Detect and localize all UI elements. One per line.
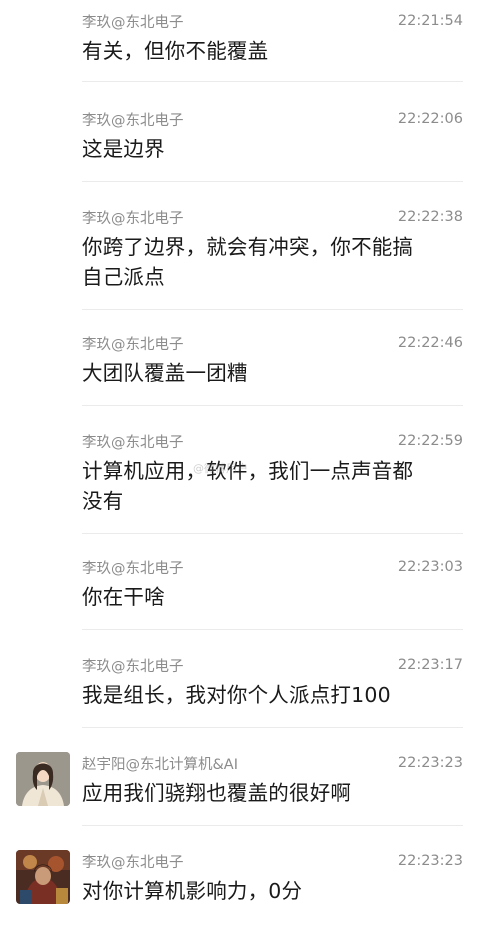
sender-name[interactable]: 李玖@东北电子	[82, 333, 184, 354]
message-time: 22:23:17	[397, 657, 463, 673]
message-time: 22:22:59	[397, 433, 463, 449]
message-time: 22:22:46	[397, 335, 463, 351]
sender-name[interactable]: 李玖@东北电子	[82, 557, 184, 578]
sender-name[interactable]: 李玖@东北电子	[82, 655, 184, 676]
message-text-line: 没有	[82, 489, 124, 513]
message-text: 你在干啥	[82, 585, 165, 609]
message-divider	[82, 629, 463, 630]
message-text-line: 计算机应用，软件，我们一点声音都	[82, 459, 414, 483]
chat-message: 李玖@东北电子 22:22:06 这是边界	[0, 108, 481, 182]
message-text: 应用我们骁翔也覆盖的很好啊	[82, 781, 352, 805]
message-text-line: 自己派点	[82, 265, 165, 289]
message-text: 大团队覆盖一团糟	[82, 361, 248, 385]
chat-message-list[interactable]: 李玖@东北电子 22:21:54 有关，但你不能覆盖 李玖@东北电子 22:22…	[0, 0, 481, 936]
sender-name[interactable]: 李玖@东北电子	[82, 11, 184, 32]
message-text: 你跨了边界，就会有冲突，你不能搞 自己派点	[82, 232, 465, 292]
sender-name[interactable]: 李玖@东北电子	[82, 109, 184, 130]
message-divider	[82, 81, 463, 82]
sender-name[interactable]: 李玖@东北电子	[82, 431, 184, 452]
chat-message: 李玖@东北电子 22:21:54 有关，但你不能覆盖	[0, 10, 481, 82]
chat-message: 李玖@东北电子 22:23:23 对你计算机影响力，0分	[0, 850, 481, 926]
message-divider	[82, 825, 463, 826]
message-divider	[82, 309, 463, 310]
chat-message: 李玖@东北电子 22:23:17 我是组长，我对你个人派点打100	[0, 654, 481, 728]
sender-name[interactable]: 赵宇阳@东北计算机&AI	[82, 753, 238, 774]
message-header: 李玖@东北电子 22:23:17	[82, 654, 463, 676]
message-time: 22:21:54	[397, 13, 463, 29]
user-avatar-icon	[16, 752, 70, 806]
message-divider	[82, 405, 463, 406]
message-header: 李玖@东北电子 22:22:59	[82, 430, 463, 452]
message-header: 李玖@东北电子 22:23:03	[82, 556, 463, 578]
message-text: 计算机应用，软件，我们一点声音都 没有	[82, 456, 465, 516]
message-text: 这是边界	[82, 137, 165, 161]
chat-message: 赵宇阳@东北计算机&AI 22:23:23 应用我们骁翔也覆盖的很好啊	[0, 752, 481, 826]
message-text: 有关，但你不能覆盖	[82, 39, 269, 63]
message-header: 赵宇阳@东北计算机&AI 22:23:23	[82, 752, 463, 774]
message-time: 22:22:38	[397, 209, 463, 225]
chat-message: 李玖@东北电子 22:23:03 你在干啥	[0, 556, 481, 630]
message-divider	[82, 181, 463, 182]
message-header: 李玖@东北电子 22:22:46	[82, 332, 463, 354]
avatar[interactable]	[16, 752, 70, 806]
message-text: 我是组长，我对你个人派点打100	[82, 683, 391, 707]
chat-message: 李玖@东北电子 22:22:59 计算机应用，软件，我们一点声音都 没有	[0, 430, 481, 534]
message-divider	[82, 533, 463, 534]
message-divider	[82, 727, 463, 728]
avatar[interactable]	[16, 850, 70, 904]
message-time: 22:23:23	[397, 853, 463, 869]
message-time: 22:23:03	[397, 559, 463, 575]
message-header: 李玖@东北电子 22:22:38	[82, 206, 463, 228]
message-text: 对你计算机影响力，0分	[82, 879, 303, 903]
message-time: 22:23:23	[397, 755, 463, 771]
chat-message: 李玖@东北电子 22:22:38 你跨了边界，就会有冲突，你不能搞 自己派点	[0, 206, 481, 310]
message-header: 李玖@东北电子 22:23:23	[82, 850, 463, 872]
message-time: 22:22:06	[397, 111, 463, 127]
user-avatar-icon	[16, 850, 70, 904]
sender-name[interactable]: 李玖@东北电子	[82, 207, 184, 228]
chat-message: 李玖@东北电子 22:22:46 大团队覆盖一团糟	[0, 332, 481, 406]
message-header: 李玖@东北电子 22:21:54	[82, 10, 463, 32]
message-header: 李玖@东北电子 22:22:06	[82, 108, 463, 130]
message-text-line: 你跨了边界，就会有冲突，你不能搞	[82, 235, 414, 259]
sender-name[interactable]: 李玖@东北电子	[82, 851, 184, 872]
